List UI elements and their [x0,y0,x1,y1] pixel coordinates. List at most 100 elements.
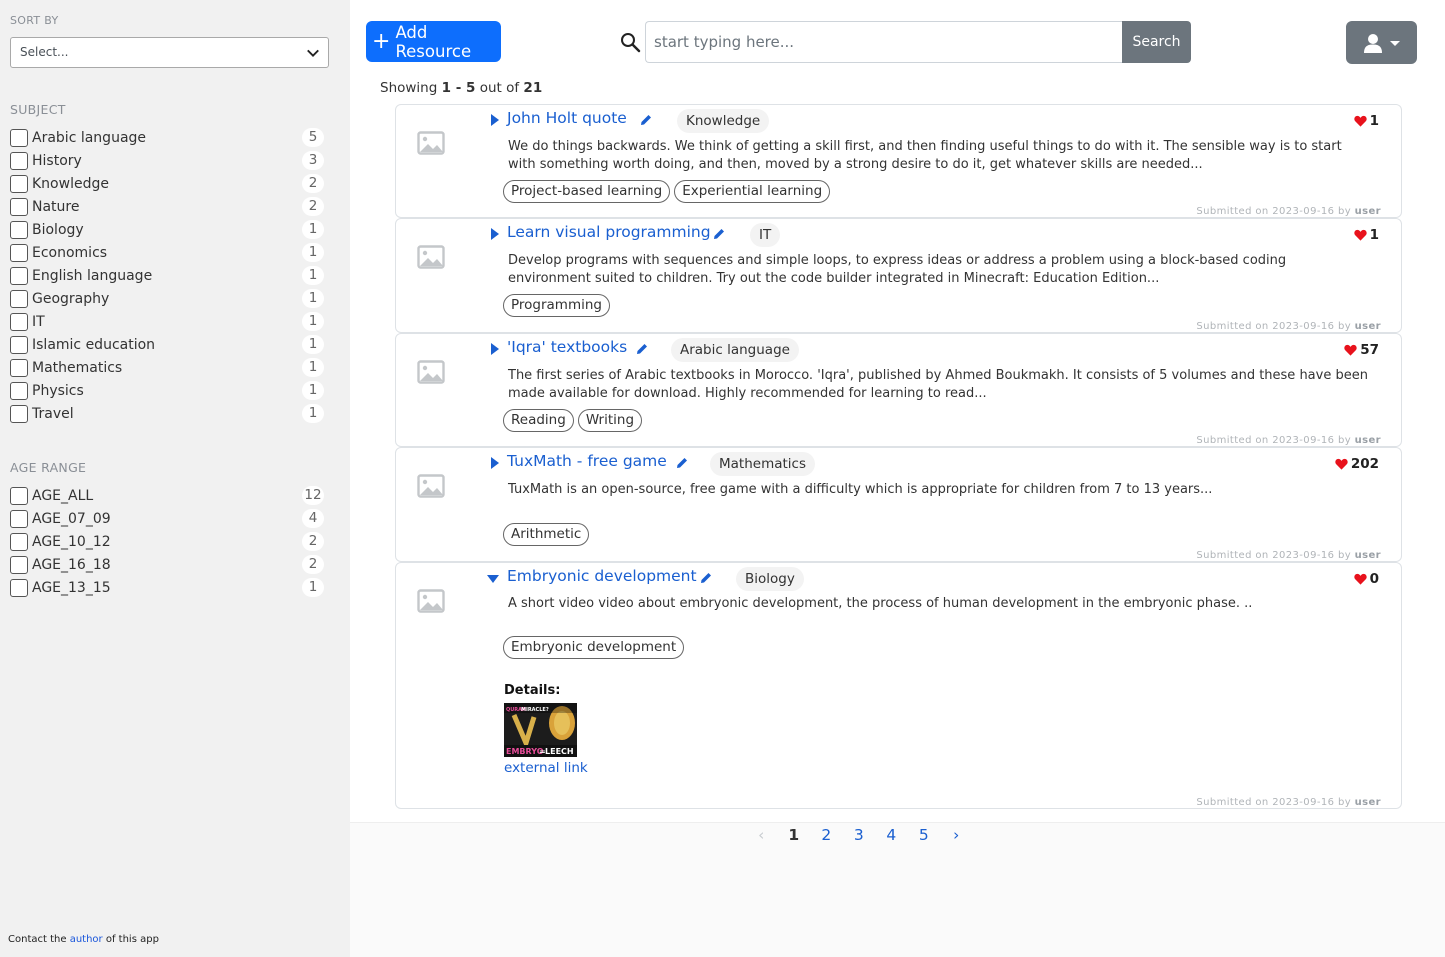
caret-right-icon[interactable] [490,457,500,469]
pagination-page[interactable]: 1 [778,826,811,844]
checkbox[interactable] [10,509,28,528]
checkbox[interactable] [10,532,28,551]
likes[interactable]: 1 [1353,227,1379,243]
checkbox[interactable] [10,555,28,574]
video-thumbnail-art: QURAN MIRACLE? EMBRYO = LEECH [504,703,577,757]
checkbox[interactable] [10,289,28,308]
user-icon [1363,33,1382,53]
facet-label: IT [32,313,45,330]
like-count: 202 [1350,456,1379,472]
checkbox[interactable] [10,335,28,354]
pagination-next[interactable]: › [940,826,973,844]
user-menu-button[interactable] [1346,21,1417,64]
subject-facet-item[interactable]: Biology 1 [10,218,326,241]
facet-count: 1 [302,266,324,285]
like-count: 0 [1369,571,1379,587]
checkbox[interactable] [10,358,28,377]
age-facet-item[interactable]: AGE_10_12 2 [10,530,326,553]
pagination-page[interactable]: 4 [875,826,908,844]
author-link[interactable]: author [70,934,103,945]
caret-right-icon[interactable] [490,228,500,240]
checkbox[interactable] [10,220,28,239]
facet-label: Physics [32,382,84,399]
subject-facet-item[interactable]: Geography 1 [10,287,326,310]
tag[interactable]: Programming [503,294,610,317]
add-resource-button[interactable]: + Add Resource [366,21,501,62]
checkbox[interactable] [10,381,28,400]
checkbox[interactable] [10,243,28,262]
caret-down-icon[interactable] [487,574,499,584]
facet-label: Biology [32,221,84,238]
subject-facet-item[interactable]: Knowledge 2 [10,172,326,195]
search-input[interactable] [645,21,1123,63]
subject-facet-item[interactable]: Economics 1 [10,241,326,264]
age-facet-item[interactable]: AGE_16_18 2 [10,553,326,576]
like-count: 57 [1360,342,1379,358]
subject-badge: Mathematics [710,452,815,476]
facet-count: 1 [302,289,324,308]
pagination-page[interactable]: 3 [843,826,876,844]
pagination-page[interactable]: 2 [810,826,843,844]
subject-facet-item[interactable]: Nature 2 [10,195,326,218]
resource-title[interactable]: Learn visual programming [507,223,711,241]
results-range: 1 - 5 [441,80,476,96]
subject-facet-item[interactable]: Mathematics 1 [10,356,326,379]
results-total: 21 [523,80,543,96]
checkbox[interactable] [10,266,28,285]
external-link[interactable]: external link [504,760,588,776]
video-thumbnail[interactable]: QURAN MIRACLE? EMBRYO = LEECH [504,703,577,757]
subject-facet-item[interactable]: English language 1 [10,264,326,287]
likes[interactable]: 57 [1344,342,1379,358]
age-range-heading: AGE RANGE [10,460,87,475]
submitted-text: Submitted on 2023-09-16 by [1196,321,1352,332]
pencil-icon[interactable] [699,571,713,585]
checkbox[interactable] [10,578,28,597]
caret-right-icon[interactable] [490,114,500,126]
tag[interactable]: Arithmetic [503,523,590,546]
footer-suffix: of this app [105,934,159,945]
sidebar: SORT BY Select... SUBJECT Arabic languag… [0,0,350,957]
pagination-page[interactable]: 5 [908,826,941,844]
resource-description: The first series of Arabic textbooks in … [508,368,1368,401]
subject-facet-item[interactable]: IT 1 [10,310,326,333]
likes[interactable]: 0 [1353,571,1379,587]
sort-select[interactable]: Select... [10,37,329,68]
checkbox[interactable] [10,404,28,423]
pagination-prev[interactable]: ‹ [745,826,778,844]
resource-title[interactable]: John Holt quote [507,109,627,127]
image-placeholder-icon [417,589,445,613]
subject-facet-item[interactable]: Arabic language 5 [10,126,326,149]
tag[interactable]: Project-based learning [503,180,671,203]
age-facet-item[interactable]: AGE_13_15 1 [10,576,326,599]
likes[interactable]: 1 [1353,113,1379,129]
checkbox[interactable] [10,174,28,193]
checkbox[interactable] [10,128,28,147]
checkbox[interactable] [10,197,28,216]
caret-right-icon[interactable] [490,343,500,355]
checkbox[interactable] [10,151,28,170]
age-facet-item[interactable]: AGE_ALL 12 [10,484,326,507]
tag[interactable]: Writing [577,409,643,432]
search-button[interactable]: Search [1122,21,1191,63]
subject-facet-item[interactable]: Travel 1 [10,402,326,425]
pencil-icon[interactable] [712,227,726,241]
tag[interactable]: Embryonic development [503,636,685,659]
tag[interactable]: Reading [503,409,574,432]
resource-title[interactable]: Embryonic development [507,567,697,585]
subject-facet-item[interactable]: Physics 1 [10,379,326,402]
pencil-icon[interactable] [675,456,689,470]
likes[interactable]: 202 [1335,456,1379,472]
checkbox[interactable] [10,312,28,331]
tag[interactable]: Experiential learning [674,180,831,203]
subject-facet-item[interactable]: Islamic education 1 [10,333,326,356]
checkbox[interactable] [10,486,28,505]
subject-badge: IT [750,223,781,247]
search-icon [621,33,641,53]
resource-title[interactable]: TuxMath - free game [507,452,667,470]
pencil-icon[interactable] [639,113,653,127]
resource-title[interactable]: 'Iqra' textbooks [507,338,627,356]
subject-facet-item[interactable]: History 3 [10,149,326,172]
facet-count: 1 [302,335,324,354]
pencil-icon[interactable] [635,342,649,356]
age-facet-item[interactable]: AGE_07_09 4 [10,507,326,530]
